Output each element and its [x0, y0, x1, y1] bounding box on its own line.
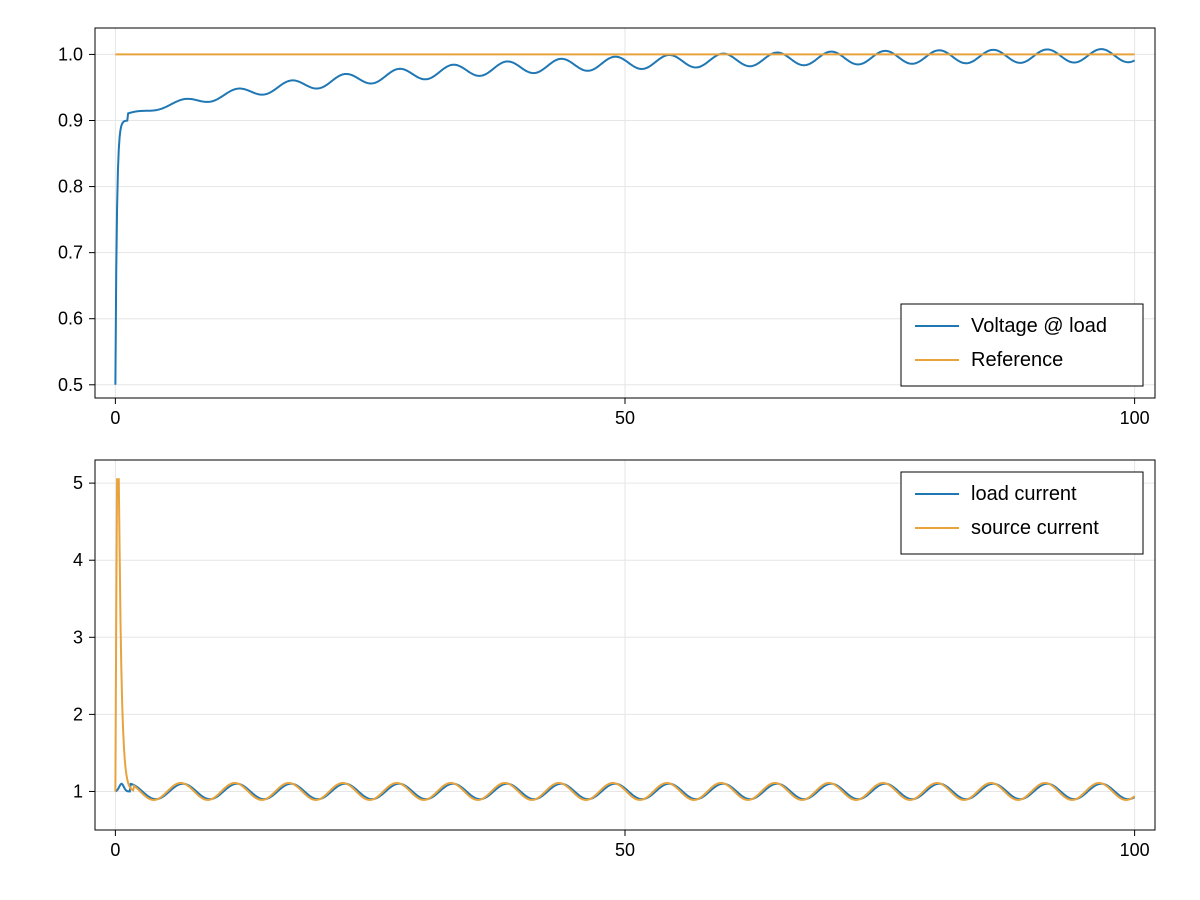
x-tick-label: 50 — [615, 840, 635, 860]
y-tick-label: 0.6 — [58, 309, 83, 329]
y-tick-label: 0.7 — [58, 243, 83, 263]
y-tick-label: 3 — [73, 627, 83, 647]
x-tick-label: 0 — [110, 408, 120, 428]
top-chart: 0 50 100 0.5 0.6 0.7 0.8 0.9 1.0 Voltage @ load Re… — [58, 28, 1155, 428]
y-tick-label: 2 — [73, 704, 83, 724]
legend: Voltage @ load Reference — [901, 304, 1143, 386]
y-tick-label: 0.5 — [58, 375, 83, 395]
legend: load current source current — [901, 472, 1143, 554]
legend-label: Reference — [971, 349, 1063, 371]
legend-label: source current — [971, 517, 1099, 539]
x-tick-label: 0 — [110, 840, 120, 860]
x-tick-label: 100 — [1120, 840, 1150, 860]
y-tick-label: 4 — [73, 550, 83, 570]
y-tick-label: 1.0 — [58, 44, 83, 64]
y-tick-label: 0.8 — [58, 177, 83, 197]
legend-label: load current — [971, 483, 1077, 505]
y-tick-label: 5 — [73, 473, 83, 493]
x-tick-label: 100 — [1120, 408, 1150, 428]
y-tick-label: 0.9 — [58, 111, 83, 131]
bottom-chart: 0 50 100 1 2 3 4 5 load current source current — [73, 460, 1155, 860]
legend-label: Voltage @ load — [971, 315, 1107, 337]
x-tick-label: 50 — [615, 408, 635, 428]
chart-panel: 0501000.50.60.70.80.91.0Voltage @ loadRe… — [0, 0, 1200, 900]
y-tick-label: 1 — [73, 781, 83, 801]
